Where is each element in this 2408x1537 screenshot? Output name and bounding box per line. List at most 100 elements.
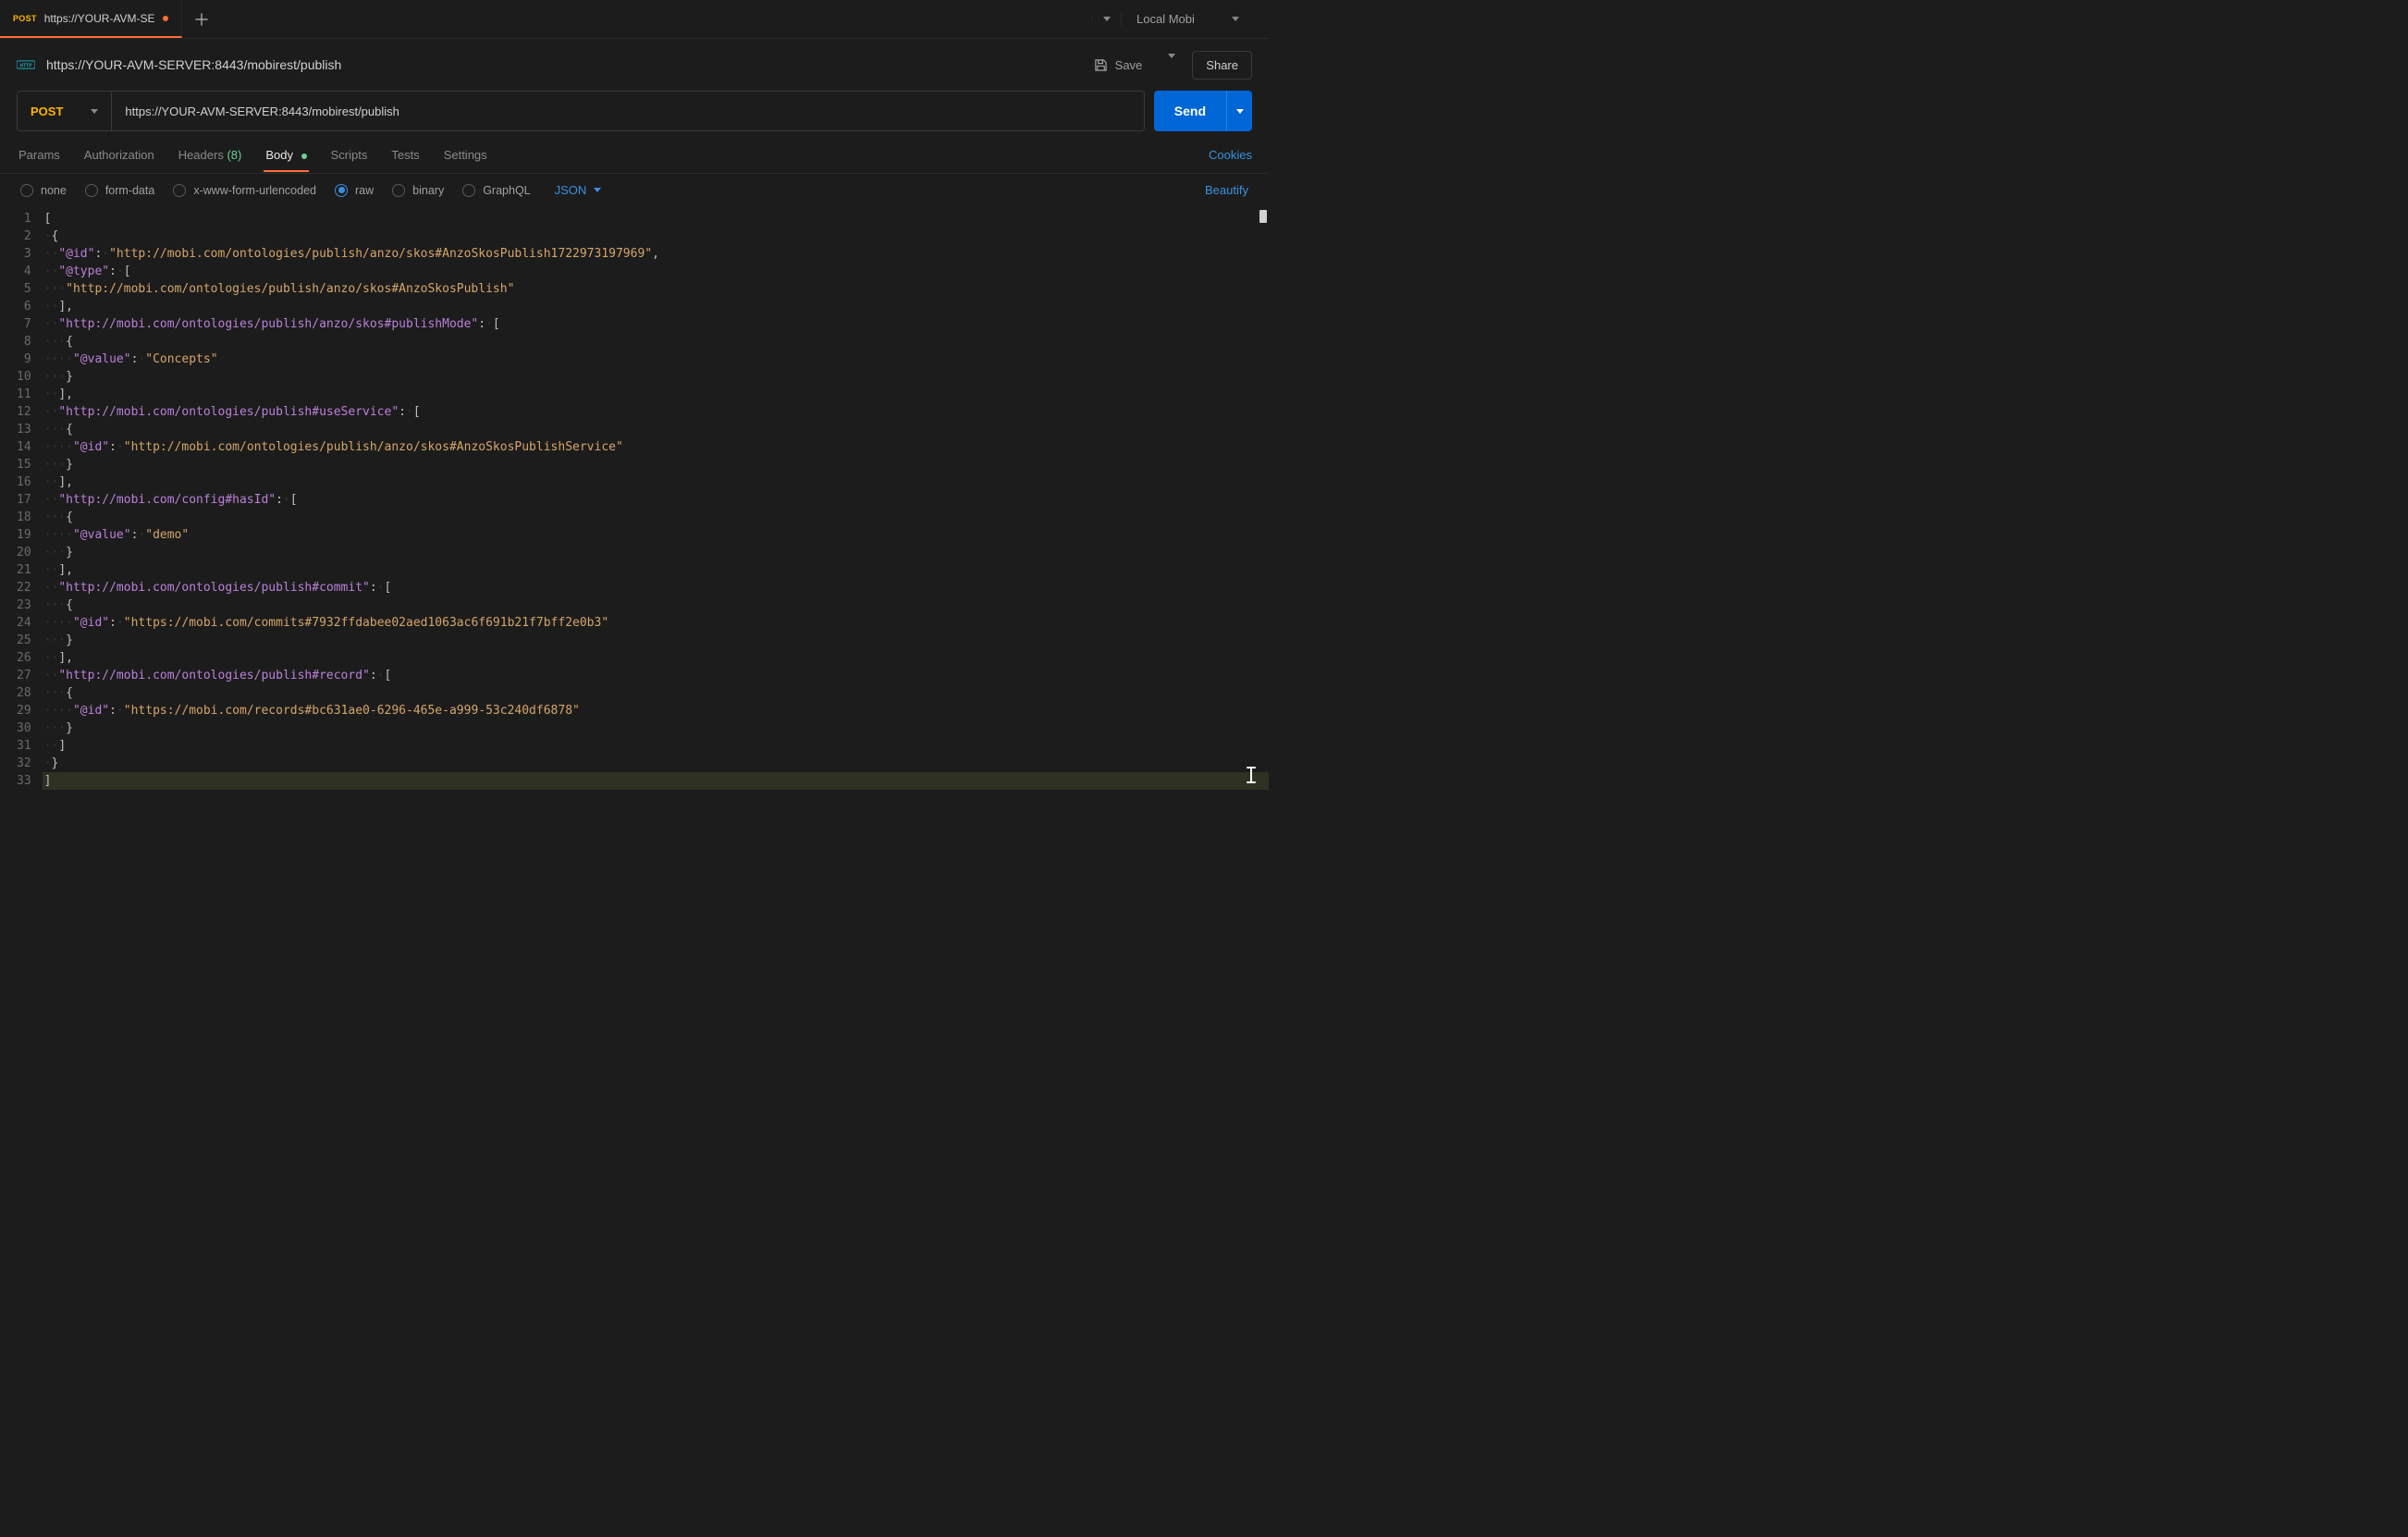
code-line[interactable]: ··"http://mobi.com/ontologies/publish/an…: [43, 315, 1269, 333]
line-number: 17: [17, 491, 31, 509]
content-type-label: JSON: [555, 183, 587, 197]
code-line[interactable]: ···}: [43, 632, 1269, 649]
body-type-urlencoded[interactable]: x-www-form-urlencoded: [173, 184, 316, 197]
line-number: 23: [17, 596, 31, 614]
tab-body-label: Body: [265, 148, 293, 162]
code-line[interactable]: ]: [43, 772, 1269, 790]
tab-headers[interactable]: Headers (8): [177, 139, 244, 171]
code-line[interactable]: ··]: [43, 737, 1269, 755]
body-type-row: none form-data x-www-form-urlencoded raw…: [0, 174, 1269, 206]
share-button[interactable]: Share: [1192, 51, 1252, 80]
code-line[interactable]: ···{: [43, 596, 1269, 614]
body-editor[interactable]: 1234567891011121314151617181920212223242…: [0, 206, 1269, 793]
code-line[interactable]: ··"http://mobi.com/ontologies/publish#re…: [43, 667, 1269, 684]
line-number: 6: [17, 298, 31, 315]
code-line[interactable]: ··"@type":·[: [43, 263, 1269, 280]
code-line[interactable]: ··],: [43, 561, 1269, 579]
code-line[interactable]: ···{: [43, 421, 1269, 438]
environment-label: Local Mobi: [1136, 12, 1195, 26]
chevron-down-icon: [91, 109, 98, 114]
code-line[interactable]: ····"@id":·"https://mobi.com/records#bc6…: [43, 702, 1269, 719]
tab-bar: POST https://YOUR-AVM-SE Local Mobi: [0, 0, 1269, 39]
dirty-indicator-icon: [163, 16, 168, 21]
url-row: POST https://YOUR-AVM-SERVER:8443/mobire…: [0, 91, 1269, 131]
method-label: POST: [31, 105, 63, 118]
code-line[interactable]: ·}: [43, 755, 1269, 772]
code-line[interactable]: ·{: [43, 227, 1269, 245]
line-number: 24: [17, 614, 31, 632]
tab-tests[interactable]: Tests: [389, 139, 421, 171]
body-active-indicator-icon: [301, 154, 307, 159]
body-type-none[interactable]: none: [20, 184, 67, 197]
code-area[interactable]: [·{··"@id":·"http://mobi.com/ontologies/…: [43, 206, 1269, 793]
code-line[interactable]: ····"@id":·"http://mobi.com/ontologies/p…: [43, 438, 1269, 456]
body-type-formdata[interactable]: form-data: [85, 184, 155, 197]
line-number: 12: [17, 403, 31, 421]
code-line[interactable]: ···}: [43, 368, 1269, 386]
code-line[interactable]: ···}: [43, 456, 1269, 473]
scrollbar-thumb[interactable]: [1259, 210, 1267, 223]
new-tab-button[interactable]: [182, 0, 221, 38]
line-number: 10: [17, 368, 31, 386]
code-line[interactable]: ··"http://mobi.com/config#hasId":·[: [43, 491, 1269, 509]
environment-selector[interactable]: Local Mobi: [1121, 12, 1269, 26]
send-label: Send: [1174, 104, 1206, 118]
line-number: 5: [17, 280, 31, 298]
line-number: 14: [17, 438, 31, 456]
code-line[interactable]: ···"http://mobi.com/ontologies/publish/a…: [43, 280, 1269, 298]
code-line[interactable]: ····"@id":·"https://mobi.com/commits#793…: [43, 614, 1269, 632]
tab-authorization[interactable]: Authorization: [82, 139, 156, 171]
tab-overflow-button[interactable]: [1091, 17, 1121, 21]
code-line[interactable]: ··],: [43, 386, 1269, 403]
beautify-button[interactable]: Beautify: [1205, 183, 1248, 197]
tab-title: https://YOUR-AVM-SE: [44, 12, 155, 25]
save-label: Save: [1115, 58, 1143, 72]
code-line[interactable]: ··"@id":·"http://mobi.com/ontologies/pub…: [43, 245, 1269, 263]
body-type-graphql[interactable]: GraphQL: [462, 184, 530, 197]
line-number: 7: [17, 315, 31, 333]
chevron-down-icon: [1168, 54, 1175, 72]
code-line[interactable]: ··],: [43, 649, 1269, 667]
line-number: 16: [17, 473, 31, 491]
line-number: 18: [17, 509, 31, 526]
line-number: 8: [17, 333, 31, 350]
code-line[interactable]: ··],: [43, 473, 1269, 491]
code-line[interactable]: ···{: [43, 684, 1269, 702]
code-line[interactable]: ··],: [43, 298, 1269, 315]
tab-scripts[interactable]: Scripts: [329, 139, 370, 171]
method-select[interactable]: POST: [18, 92, 112, 130]
tab-body[interactable]: Body: [264, 139, 308, 171]
body-type-raw[interactable]: raw: [335, 184, 374, 197]
request-header: HTTP https://YOUR-AVM-SERVER:8443/mobire…: [0, 39, 1269, 91]
code-line[interactable]: [: [43, 210, 1269, 227]
tab-headers-label: Headers: [178, 148, 224, 162]
code-line[interactable]: ··"http://mobi.com/ontologies/publish#us…: [43, 403, 1269, 421]
body-type-binary[interactable]: binary: [392, 184, 444, 197]
code-line[interactable]: ···}: [43, 719, 1269, 737]
line-number: 20: [17, 544, 31, 561]
line-number: 9: [17, 350, 31, 368]
chevron-down-icon: [1103, 17, 1111, 21]
line-number: 31: [17, 737, 31, 755]
content-type-select[interactable]: JSON: [555, 183, 602, 197]
http-icon: HTTP: [17, 58, 35, 71]
code-line[interactable]: ···}: [43, 544, 1269, 561]
save-button[interactable]: Save: [1085, 53, 1152, 78]
code-line[interactable]: ···{: [43, 509, 1269, 526]
tab-settings[interactable]: Settings: [442, 139, 489, 171]
save-dropdown-button[interactable]: [1161, 53, 1183, 78]
chevron-down-icon: [594, 188, 601, 192]
tab-params[interactable]: Params: [17, 139, 62, 171]
send-button[interactable]: Send: [1154, 91, 1226, 131]
cookies-link[interactable]: Cookies: [1209, 148, 1252, 162]
request-tab[interactable]: POST https://YOUR-AVM-SE: [0, 0, 182, 38]
code-line[interactable]: ···{: [43, 333, 1269, 350]
line-number: 30: [17, 719, 31, 737]
code-line[interactable]: ··"http://mobi.com/ontologies/publish#co…: [43, 579, 1269, 596]
code-line[interactable]: ····"@value":·"demo": [43, 526, 1269, 544]
url-value: https://YOUR-AVM-SERVER:8443/mobirest/pu…: [125, 105, 399, 118]
line-number: 29: [17, 702, 31, 719]
send-dropdown-button[interactable]: [1226, 91, 1252, 131]
code-line[interactable]: ····"@value":·"Concepts": [43, 350, 1269, 368]
url-input[interactable]: https://YOUR-AVM-SERVER:8443/mobirest/pu…: [112, 92, 1143, 130]
